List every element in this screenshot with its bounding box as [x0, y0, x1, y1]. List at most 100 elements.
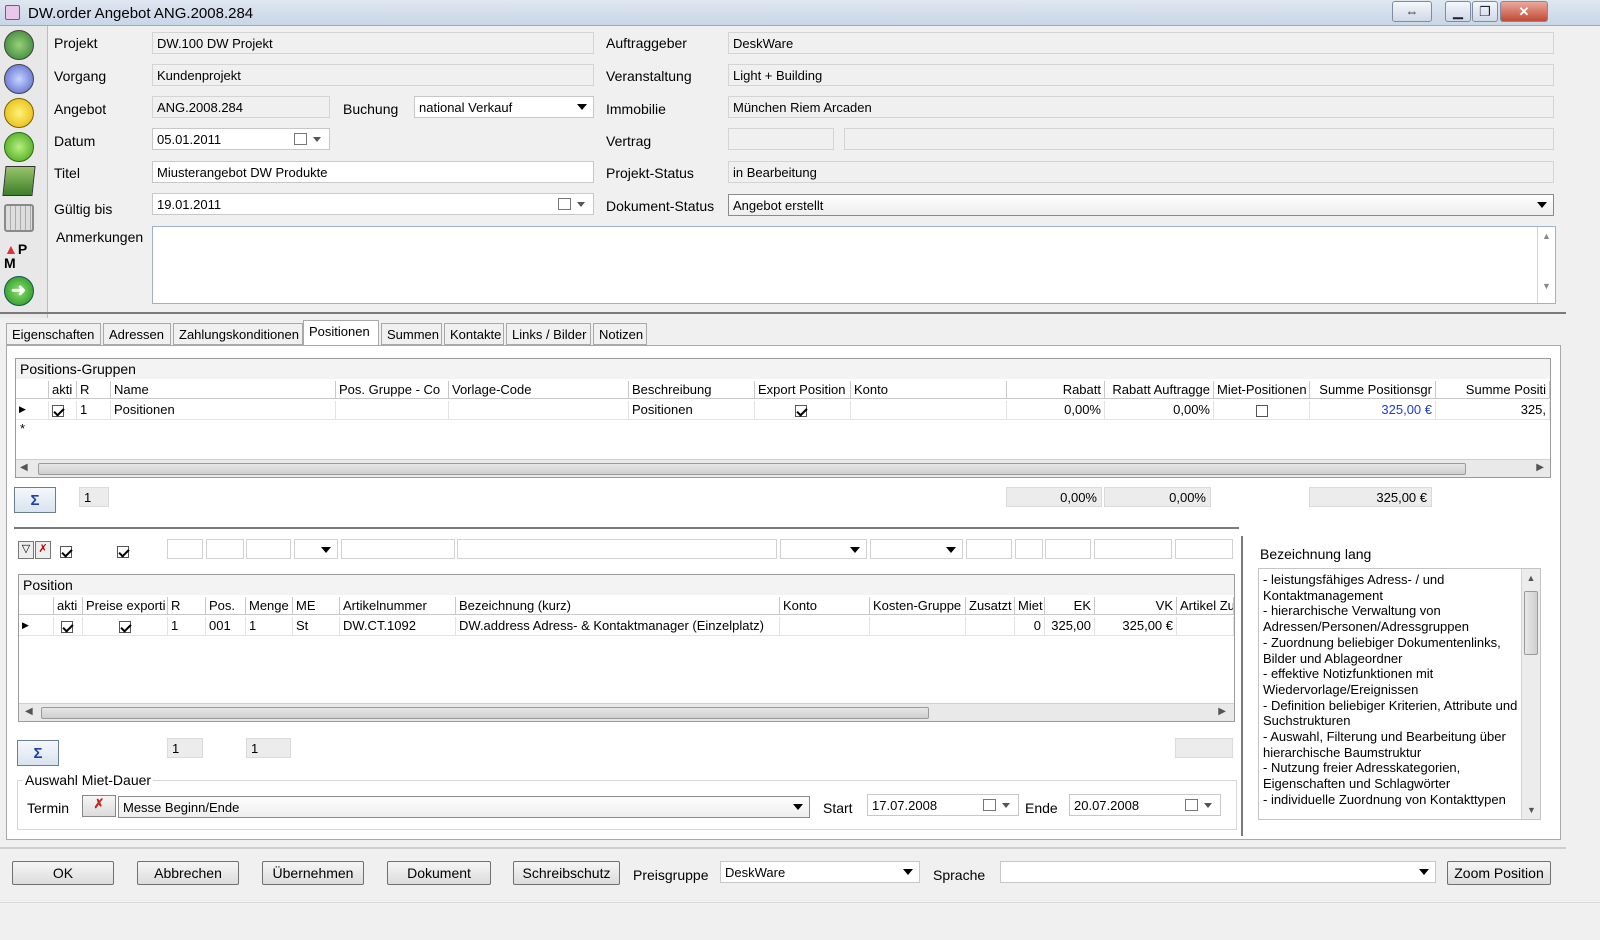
- zoom-position-button[interactable]: Zoom Position: [1447, 861, 1551, 885]
- filter-akti-checkbox[interactable]: [60, 543, 72, 558]
- filter-zusatz[interactable]: [966, 539, 1012, 559]
- filter-miet[interactable]: [1015, 539, 1043, 559]
- dokument-button[interactable]: Dokument: [387, 861, 491, 885]
- anmerkungen-scrollbar[interactable]: ▲ ▼: [1537, 227, 1555, 303]
- chevron-down-icon[interactable]: [1002, 803, 1010, 808]
- col-kosten-gruppe[interactable]: Kosten-Gruppe: [870, 597, 966, 615]
- minimize-button[interactable]: ▁: [1445, 1, 1471, 22]
- restore-size-icon[interactable]: ⇔: [1392, 1, 1432, 22]
- vertrag-description-field[interactable]: [844, 128, 1554, 150]
- col-miet[interactable]: Miet: [1015, 597, 1045, 615]
- col-pos-gruppe-code[interactable]: Pos. Gruppe - Co: [336, 381, 449, 399]
- immobilie-field[interactable]: München Riem Arcaden: [728, 96, 1554, 118]
- projekt-field[interactable]: DW.100 DW Projekt: [152, 32, 594, 54]
- konto-cell[interactable]: [851, 401, 1007, 419]
- vertrag-field[interactable]: [728, 128, 834, 150]
- scroll-thumb[interactable]: [41, 707, 929, 719]
- chevron-down-icon[interactable]: [1419, 869, 1429, 875]
- auftraggeber-field[interactable]: DeskWare: [728, 32, 1554, 54]
- row-selector-icon[interactable]: ▶: [16, 401, 49, 419]
- positions-gruppen-hscroll[interactable]: ◀ ▶: [16, 459, 1550, 477]
- buchung-select[interactable]: national Verkauf: [414, 96, 594, 118]
- col-ek[interactable]: EK: [1045, 597, 1095, 615]
- scroll-right-icon[interactable]: ▶: [1218, 706, 1226, 717]
- chevron-down-icon[interactable]: [946, 547, 956, 553]
- col-summe-positionsgruppe[interactable]: Summe Positionsgr: [1310, 381, 1436, 399]
- next-arrow-icon[interactable]: ➜: [4, 276, 34, 306]
- zusatztext-cell[interactable]: [966, 617, 1015, 635]
- tab-eigenschaften[interactable]: Eigenschaften: [6, 323, 101, 345]
- clear-termin-icon[interactable]: ✗: [82, 795, 116, 817]
- col-akti[interactable]: akti: [54, 597, 83, 615]
- col-miet-positionen[interactable]: Miet-Positionen: [1214, 381, 1310, 399]
- tab-links-bilder[interactable]: Links / Bilder: [506, 323, 591, 345]
- filter-pos[interactable]: [206, 539, 244, 559]
- bezeichnung-lang-textarea[interactable]: - leistungsfähiges Adress- / und Kontakt…: [1258, 568, 1541, 820]
- col-vk[interactable]: VK: [1095, 597, 1177, 615]
- col-name[interactable]: Name: [111, 381, 336, 399]
- preise-exportieren-cell[interactable]: [83, 617, 168, 635]
- vorlage-code-cell[interactable]: [449, 401, 629, 419]
- col-akti[interactable]: akti: [49, 381, 77, 399]
- ek-cell[interactable]: 325,00: [1045, 617, 1095, 635]
- col-rabatt[interactable]: Rabatt: [1007, 381, 1105, 399]
- chevron-down-icon[interactable]: [850, 547, 860, 553]
- webmail-globe-icon[interactable]: [4, 30, 34, 60]
- bezeichnung-lang-scrollbar[interactable]: ▲ ▼: [1521, 569, 1540, 819]
- filter-me[interactable]: [294, 539, 338, 559]
- datum-date-field[interactable]: 05.01.2011: [152, 128, 330, 150]
- filter-preise-check[interactable]: [117, 545, 129, 558]
- col-beschreibung[interactable]: Beschreibung: [629, 381, 755, 399]
- pm-ribbon-icon[interactable]: ▲P M: [4, 242, 36, 272]
- scroll-down-icon[interactable]: ▼: [1527, 805, 1536, 815]
- uebernehmen-button[interactable]: Übernehmen: [262, 861, 364, 885]
- shopping-cart-icon[interactable]: [4, 204, 34, 232]
- veranstaltung-field[interactable]: Light + Building: [728, 64, 1554, 86]
- vk-cell[interactable]: 325,00 €: [1095, 617, 1177, 635]
- beschreibung-cell[interactable]: Positionen: [629, 401, 755, 419]
- close-button[interactable]: ✕: [1500, 1, 1548, 22]
- rabatt-cell[interactable]: 0,00%: [1007, 401, 1105, 419]
- chevron-down-icon[interactable]: [903, 869, 913, 875]
- tab-zahlungskonditionen[interactable]: Zahlungskonditionen: [173, 323, 303, 345]
- tab-adressen[interactable]: Adressen: [103, 323, 171, 345]
- calendar-icon[interactable]: [983, 799, 996, 811]
- angebot-field[interactable]: ANG.2008.284: [152, 96, 330, 118]
- name-cell[interactable]: Positionen: [111, 401, 336, 419]
- menge-cell[interactable]: 1: [246, 617, 293, 635]
- pos-gruppe-code-cell[interactable]: [336, 401, 449, 419]
- pos-cell[interactable]: 001: [206, 617, 246, 635]
- col-bezeichnung-kurz[interactable]: Bezeichnung (kurz): [456, 597, 780, 615]
- scroll-left-icon[interactable]: ◀: [25, 706, 33, 717]
- schreibschutz-button[interactable]: Schreibschutz: [513, 861, 620, 885]
- notepad-icon[interactable]: [2, 166, 36, 196]
- filter-ek[interactable]: [1045, 539, 1091, 559]
- col-artikel-zusatz[interactable]: Artikel Zu: [1177, 597, 1234, 615]
- vorgang-field[interactable]: Kundenprojekt: [152, 64, 594, 86]
- preisgruppe-select[interactable]: DeskWare: [720, 861, 920, 883]
- col-r[interactable]: R: [168, 597, 206, 615]
- col-artikelnummer[interactable]: Artikelnummer: [340, 597, 456, 615]
- scroll-thumb[interactable]: [38, 463, 1466, 475]
- chevron-down-icon[interactable]: [313, 137, 321, 142]
- dokument-status-select[interactable]: Angebot erstellt: [728, 194, 1554, 216]
- chevron-down-icon[interactable]: [1204, 803, 1212, 808]
- calendar-icon[interactable]: [558, 198, 571, 210]
- col-menge[interactable]: Menge: [246, 597, 293, 615]
- tab-summen[interactable]: Summen: [381, 323, 442, 345]
- table-row[interactable]: ▶ 1 001 1 St DW.CT.1092 DW.address Adres…: [19, 617, 1234, 636]
- filter-artikel-zu[interactable]: [1175, 539, 1233, 559]
- col-summe-position[interactable]: Summe Positi: [1436, 381, 1550, 399]
- me-cell[interactable]: St: [293, 617, 340, 635]
- chevron-down-icon[interactable]: [793, 804, 803, 810]
- abbrechen-button[interactable]: Abbrechen: [137, 861, 239, 885]
- scroll-up-icon[interactable]: ▲: [1538, 231, 1555, 241]
- filter-vk[interactable]: [1094, 539, 1172, 559]
- table-row[interactable]: ▶ 1 Positionen Positionen 0,00% 0,00% 32…: [16, 401, 1550, 420]
- anmerkungen-textarea[interactable]: ▲ ▼: [152, 226, 1556, 304]
- col-vorlage-code[interactable]: Vorlage-Code: [449, 381, 629, 399]
- col-konto[interactable]: Konto: [780, 597, 870, 615]
- miet-positionen-checkbox[interactable]: [1256, 404, 1268, 417]
- smiley-icon[interactable]: [4, 98, 34, 128]
- col-konto[interactable]: Konto: [851, 381, 1007, 399]
